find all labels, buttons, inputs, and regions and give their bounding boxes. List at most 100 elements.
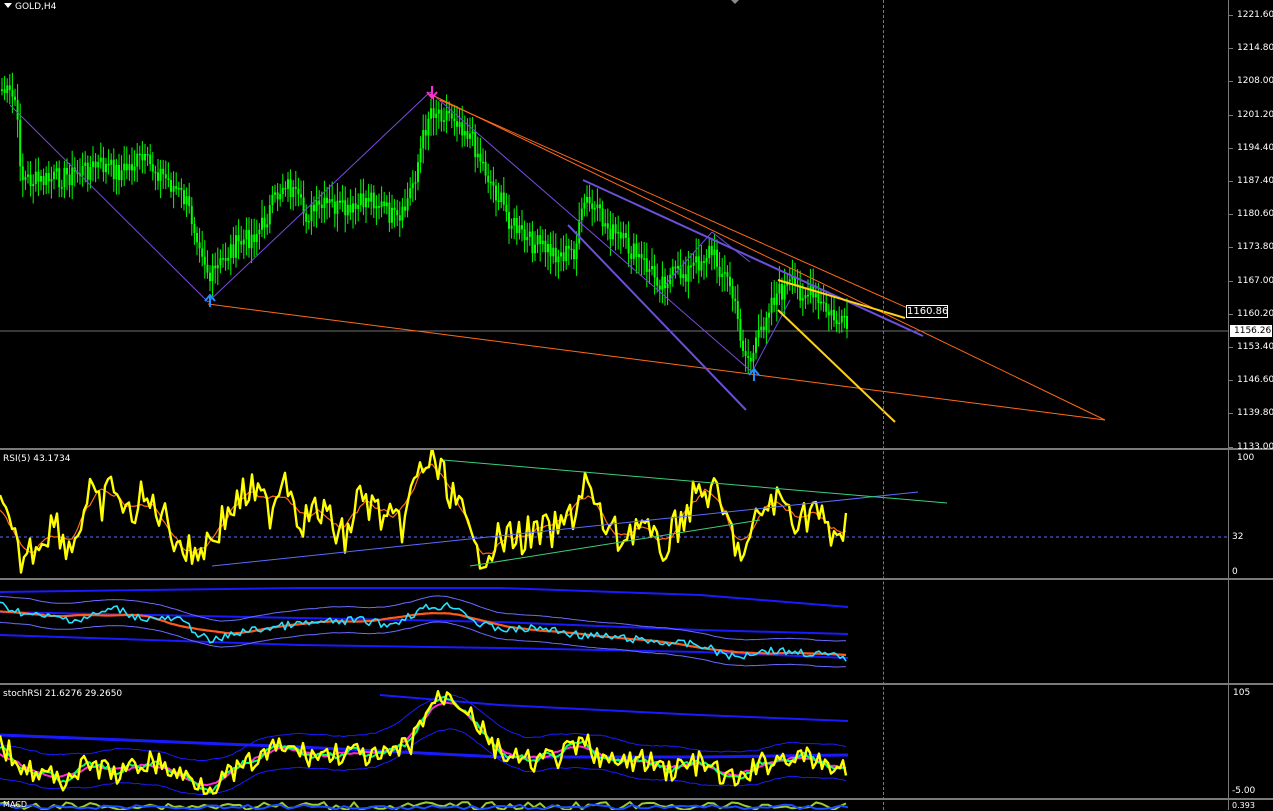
candle-body — [105, 163, 107, 173]
candle-body — [502, 192, 505, 205]
candle-body — [458, 122, 461, 127]
candle-body — [315, 200, 318, 212]
candle-body — [578, 219, 581, 244]
candle-body — [804, 295, 807, 299]
candle-body — [440, 109, 443, 122]
resistance-trendline — [439, 99, 931, 319]
candle-body — [190, 206, 193, 224]
price-axis-label: 1133.00 — [1237, 441, 1273, 452]
candle-body — [653, 266, 656, 278]
price-axis-label: 1153.40 — [1237, 342, 1273, 352]
candle-body — [258, 229, 261, 235]
candle-body — [29, 174, 32, 187]
candle-body — [760, 326, 763, 331]
candle-body — [391, 207, 393, 223]
rsi-trendline — [442, 459, 948, 504]
price-chart-pane[interactable]: GOLD,H4 — [0, 0, 1228, 448]
candle-body — [307, 221, 310, 223]
candle-body — [11, 90, 14, 97]
candle-body — [656, 277, 659, 286]
candle-body — [349, 204, 352, 213]
candle-body — [521, 225, 523, 230]
candle-body — [432, 108, 435, 118]
rsi-title: RSI(5) 43.1734 — [3, 454, 71, 464]
candle-body — [27, 174, 29, 177]
candle-body — [120, 170, 123, 181]
candle-body — [144, 153, 146, 161]
price-axis-tick — [1229, 247, 1233, 249]
candle-body — [692, 262, 695, 266]
macd-pane[interactable]: MACD — [0, 800, 1228, 810]
candle-body — [240, 241, 243, 245]
candle-body — [830, 309, 833, 316]
price-marker-label[interactable]: 1160.86 — [906, 305, 948, 318]
candle-body — [549, 243, 552, 257]
candle-body — [19, 119, 22, 167]
candle-body — [500, 192, 503, 203]
chart-menu-toggle-icon[interactable] — [731, 0, 739, 4]
candle-body — [367, 197, 370, 202]
candle-body — [60, 187, 63, 189]
candle-body — [658, 285, 661, 290]
rsi-level-100: 100 — [1237, 453, 1255, 463]
candle-body — [404, 206, 406, 211]
candle-body — [518, 225, 521, 233]
current-price-label: 1156.26 — [1230, 325, 1272, 337]
candle-body — [359, 193, 362, 205]
candle-body — [567, 245, 570, 249]
price-axis-label: 1214.80 — [1237, 43, 1273, 54]
candle-body — [185, 196, 188, 205]
candle-body — [40, 175, 42, 182]
candle-body — [778, 283, 781, 294]
candle-body — [133, 166, 136, 171]
candle-body — [570, 248, 573, 251]
candle-body — [487, 175, 490, 183]
rsi-pane[interactable]: RSI(5) 43.1734 — [0, 450, 1228, 578]
candle-body — [682, 274, 685, 279]
candle-body — [294, 187, 297, 189]
candle-body — [128, 164, 131, 171]
candle-body — [211, 265, 214, 282]
chevron-down-icon[interactable] — [4, 3, 12, 8]
candle-body — [430, 108, 432, 119]
candle-body — [710, 245, 713, 256]
rsi-main-line — [0, 450, 848, 574]
candle-body — [383, 201, 386, 207]
candle-body — [352, 203, 354, 213]
candle-body — [583, 202, 586, 209]
candle-body — [601, 208, 604, 227]
price-axis-tick — [1229, 114, 1233, 116]
candle-body — [219, 258, 222, 266]
candle-body — [840, 315, 843, 323]
candle-body — [505, 204, 508, 213]
candle-body — [138, 153, 141, 156]
candle-body — [614, 224, 617, 234]
candle-body — [757, 330, 760, 338]
candle-body — [580, 208, 583, 220]
candle-body — [508, 212, 510, 229]
macd-title: MACD — [3, 800, 27, 809]
symbol-title[interactable]: GOLD,H4 — [4, 2, 56, 12]
bands-pane[interactable] — [0, 580, 1228, 683]
bands-svg — [0, 587, 849, 668]
candle-body — [609, 228, 612, 240]
candle-body — [513, 217, 516, 226]
candle-body — [731, 286, 734, 299]
candle-body — [591, 203, 594, 209]
candle-body — [271, 194, 274, 206]
price-axis-tick — [1229, 48, 1233, 50]
candle-body — [63, 167, 66, 188]
candle-body — [752, 352, 755, 362]
candle-body — [21, 166, 24, 181]
rsi-trendline — [211, 491, 919, 567]
candle-body — [474, 131, 477, 158]
stochrsi-pane[interactable]: stochRSI 21.6276 29.2650 — [0, 685, 1228, 798]
candle-body — [198, 242, 201, 249]
candle-body — [222, 258, 224, 260]
candle-body — [593, 208, 596, 210]
candle-body — [339, 200, 341, 203]
candle-body — [476, 153, 479, 158]
candle-body — [37, 171, 40, 182]
candle-body — [34, 171, 37, 184]
candle-body — [619, 232, 622, 239]
